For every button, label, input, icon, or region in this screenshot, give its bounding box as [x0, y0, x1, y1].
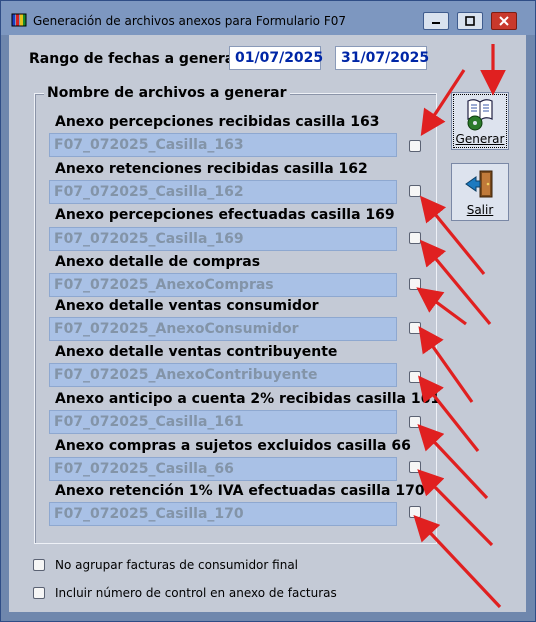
arrow-to-checkbox — [413, 515, 502, 609]
arrow-to-checkbox — [419, 239, 492, 326]
arrow-to-checkbox — [416, 287, 467, 326]
annotation-arrows — [413, 44, 506, 609]
arrow-to-checkbox — [417, 424, 489, 500]
arrow-to-checkbox — [419, 195, 486, 276]
arrow-to-checkbox — [420, 69, 466, 137]
arrow-to-checkbox — [417, 469, 494, 547]
